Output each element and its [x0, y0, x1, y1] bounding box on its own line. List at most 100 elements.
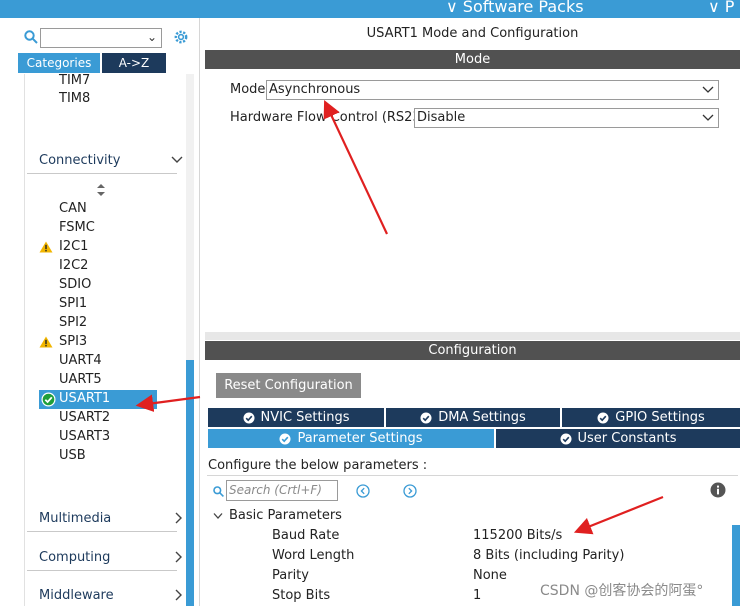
list-item-uart4[interactable]: UART4 [59, 353, 102, 368]
mode-label: Mode [230, 82, 266, 97]
tab-user-constants-label: User Constants [577, 431, 677, 446]
category-connectivity-label: Connectivity [39, 153, 121, 168]
tab-dma-settings[interactable]: DMA Settings [386, 408, 560, 427]
list-item-usart2[interactable]: USART2 [59, 410, 110, 425]
basic-parameters-group[interactable]: Basic Parameters [213, 508, 342, 523]
category-computing[interactable]: Computing [39, 550, 184, 565]
list-item-spi3[interactable]: SPI3 [59, 334, 87, 349]
parameter-scrollbar-thumb[interactable] [732, 525, 740, 606]
tab-nvic-settings[interactable]: NVIC Settings [208, 408, 384, 427]
configure-hint: Configure the below parameters : [207, 456, 738, 476]
hardware-flow-control-value: Disable [417, 110, 466, 125]
parameter-scrollbar[interactable] [732, 525, 740, 606]
tab-nvic-settings-label: NVIC Settings [260, 410, 350, 425]
gear-icon[interactable] [172, 28, 190, 46]
list-item-sdio[interactable]: SDIO [59, 277, 91, 292]
tab-a-to-z[interactable]: A->Z [102, 53, 166, 73]
configuration-section-header: Configuration [205, 341, 740, 360]
check-circle-icon [597, 412, 609, 423]
chevron-down-icon[interactable]: ⌄ [147, 30, 157, 44]
list-item-usart1-selected[interactable]: USART1 [39, 390, 157, 409]
search-icon[interactable] [24, 30, 38, 44]
tab-user-constants[interactable]: User Constants [496, 429, 740, 448]
search-icon [213, 486, 224, 497]
list-item-uart5[interactable]: UART5 [59, 372, 102, 387]
category-computing-label: Computing [39, 550, 111, 565]
list-item-usart3[interactable]: USART3 [59, 429, 110, 444]
tab-gpio-settings[interactable]: GPIO Settings [562, 408, 740, 427]
list-item-i2c2[interactable]: I2C2 [59, 258, 88, 273]
right-panel: USART1 Mode and Configuration Mode Mode … [205, 18, 740, 606]
watermark: CSDN @创客协会的阿蛋° [540, 583, 704, 599]
tab-parameter-settings-label: Parameter Settings [297, 431, 423, 446]
category-middleware[interactable]: Middleware [39, 588, 184, 603]
chevron-down-icon [213, 512, 223, 519]
list-item-tim7[interactable]: TIM7 [59, 74, 90, 88]
chevron-down-icon [702, 114, 714, 121]
top-bar: ∨ Software Packs ∨ P [0, 0, 740, 18]
list-item-usart1-label: USART1 [59, 391, 111, 406]
list-item-i2c1[interactable]: I2C1 [59, 239, 88, 254]
mode-select[interactable]: Asynchronous [266, 80, 719, 100]
chevron-right-icon [175, 589, 182, 601]
param-name: Baud Rate [272, 528, 340, 543]
category-divider [27, 173, 177, 174]
next-icon[interactable] [403, 484, 417, 498]
peripheral-search-row: ⌄ [0, 22, 200, 48]
peripheral-search-input[interactable]: ⌄ [40, 28, 162, 48]
check-circle-icon [420, 412, 432, 423]
peripheral-tree: TIM7 TIM8 Connectivity CAN FSMC I2C1 I2C… [24, 74, 184, 606]
page-title: USART1 Mode and Configuration [366, 26, 579, 41]
info-icon[interactable] [710, 482, 726, 498]
previous-icon[interactable] [356, 484, 370, 498]
left-scrollbar-thumb[interactable] [186, 360, 194, 606]
param-name: Word Length [272, 548, 355, 563]
category-multimedia[interactable]: Multimedia [39, 511, 184, 526]
configuration-section: Reset Configuration NVIC Settings DMA Se… [205, 360, 740, 606]
basic-parameters-label: Basic Parameters [229, 508, 342, 523]
chevron-right-icon [175, 551, 182, 563]
check-circle-icon [243, 412, 254, 423]
check-circle-icon [560, 433, 571, 444]
mode-section-header: Mode [205, 50, 740, 69]
param-value-parity[interactable]: None [473, 568, 507, 583]
param-name: Parity [272, 568, 309, 583]
tab-categories[interactable]: Categories [18, 53, 100, 73]
list-item-spi1[interactable]: SPI1 [59, 296, 87, 311]
hardware-flow-control-select[interactable]: Disable [414, 108, 719, 128]
tab-parameter-settings[interactable]: Parameter Settings [208, 429, 494, 448]
check-circle-icon [279, 433, 291, 444]
list-item-tim8[interactable]: TIM8 [59, 91, 90, 106]
chevron-right-icon [175, 512, 182, 524]
list-item-usb[interactable]: USB [59, 448, 86, 463]
list-item-spi2[interactable]: SPI2 [59, 315, 87, 330]
hardware-flow-control-label: Hardware Flow Control (RS232) [230, 110, 435, 125]
category-divider [27, 531, 177, 532]
category-connectivity[interactable]: Connectivity [39, 153, 184, 168]
mode-section: Mode Asynchronous Hardware Flow Control … [205, 70, 740, 332]
pinout-menu-truncated[interactable]: ∨ P [708, 0, 734, 16]
reset-configuration-button[interactable]: Reset Configuration [216, 373, 361, 398]
left-panel: ⌄ Categories A->Z TIM7 TIM8 Connectivity… [0, 18, 200, 606]
param-value-baud-rate[interactable]: 115200 Bits/s [473, 528, 562, 543]
category-middleware-label: Middleware [39, 588, 114, 603]
section-divider[interactable] [205, 332, 740, 340]
parameter-search-input[interactable]: Search (Crtl+F) [226, 480, 338, 501]
list-item-fsmc[interactable]: FSMC [59, 220, 95, 235]
chevron-down-icon [171, 156, 183, 163]
sort-icon[interactable] [96, 183, 106, 197]
software-packs-menu[interactable]: ∨ Software Packs [446, 0, 584, 16]
param-value-stop-bits[interactable]: 1 [473, 588, 481, 603]
warning-icon [39, 336, 53, 348]
warning-icon [39, 241, 53, 253]
mode-select-value: Asynchronous [269, 82, 361, 97]
chevron-down-icon [702, 86, 714, 93]
category-multimedia-label: Multimedia [39, 511, 112, 526]
tab-gpio-settings-label: GPIO Settings [615, 410, 705, 425]
check-circle-icon [41, 392, 56, 407]
param-value-word-length[interactable]: 8 Bits (including Parity) [473, 548, 624, 563]
list-item-can[interactable]: CAN [59, 201, 87, 216]
param-name: Stop Bits [272, 588, 331, 603]
category-divider [27, 570, 177, 571]
left-scrollbar[interactable] [186, 74, 194, 606]
